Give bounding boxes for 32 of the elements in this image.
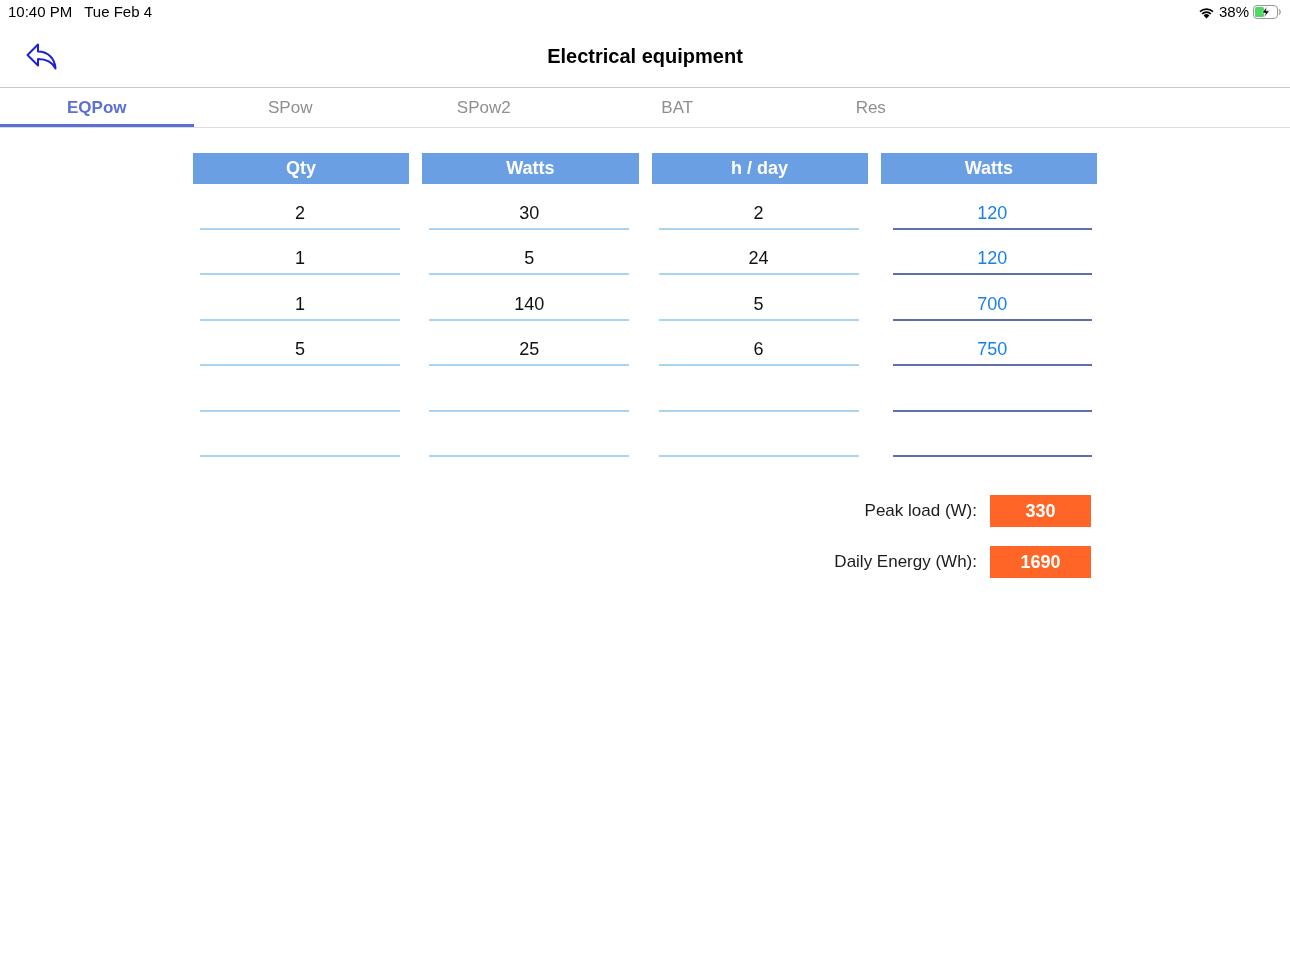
input-field[interactable]: 5 bbox=[200, 335, 400, 366]
input-field[interactable]: 140 bbox=[429, 289, 630, 321]
column-header: h / day bbox=[651, 153, 868, 184]
result-field: 750 bbox=[892, 335, 1092, 366]
wifi-icon bbox=[1197, 5, 1215, 19]
back-arrow-icon bbox=[26, 43, 57, 70]
input-field[interactable]: 6 bbox=[658, 335, 859, 366]
result-field: 120 bbox=[892, 198, 1092, 230]
total-label: Daily Energy (Wh): bbox=[834, 551, 977, 574]
total-value: 330 bbox=[990, 495, 1091, 527]
input-field[interactable]: 24 bbox=[658, 244, 859, 275]
column-header: Qty bbox=[193, 153, 410, 184]
input-field[interactable]: 2 bbox=[200, 198, 400, 230]
column-header: Watts bbox=[880, 153, 1097, 184]
battery-percentage: 38% bbox=[1218, 1, 1249, 22]
total-label: Peak load (W): bbox=[864, 500, 977, 523]
result-field: 120 bbox=[892, 244, 1092, 275]
status-time: 10:40 PM bbox=[8, 1, 73, 22]
input-field[interactable]: 30 bbox=[429, 198, 630, 230]
input-field[interactable]: 5 bbox=[429, 244, 630, 275]
total-value: 1690 bbox=[990, 546, 1091, 578]
input-field[interactable]: 25 bbox=[429, 335, 630, 366]
window-title: Electrical equipment bbox=[547, 43, 743, 69]
status-date: Tue Feb 4 bbox=[84, 1, 153, 22]
input-field[interactable]: 1 bbox=[200, 289, 400, 321]
input-field[interactable]: 2 bbox=[658, 198, 859, 230]
input-field[interactable]: 1 bbox=[200, 244, 400, 275]
result-field: 700 bbox=[892, 289, 1092, 321]
tab[interactable]: EQPow bbox=[0, 88, 194, 127]
column-header: Watts bbox=[422, 153, 639, 184]
input-field[interactable]: 5 bbox=[658, 289, 859, 321]
back-button[interactable] bbox=[26, 43, 57, 70]
